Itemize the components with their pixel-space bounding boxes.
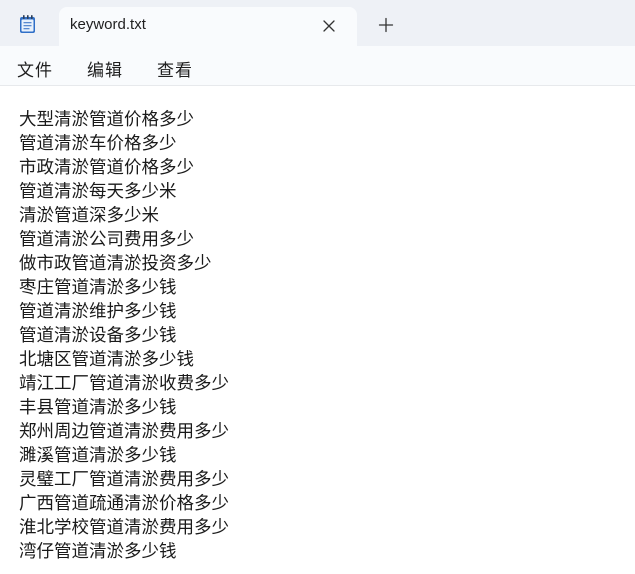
text-line: 濉溪管道清淤多少钱 (19, 446, 177, 466)
text-content[interactable]: 大型清淤管道价格多少 管道清淤车价格多少 市政清淤管道价格多少 管道清淤每天多少… (19, 108, 229, 564)
text-line: 管道清淤维护多少钱 (19, 302, 177, 322)
text-editor[interactable]: 大型清淤管道价格多少 管道清淤车价格多少 市政清淤管道价格多少 管道清淤每天多少… (0, 86, 635, 574)
menu-view[interactable]: 查看 (157, 56, 193, 81)
text-line: 做市政管道清淤投资多少 (19, 254, 212, 274)
plus-icon[interactable] (378, 17, 394, 33)
text-line: 灵璧工厂管道清淤费用多少 (19, 470, 229, 490)
text-line: 管道清淤车价格多少 (19, 134, 177, 154)
text-line: 北塘区管道清淤多少钱 (19, 350, 194, 370)
notepad-window: keyword.txt 文件 编辑 查看 大型清淤管道价格多少 管道清淤车价格多… (0, 0, 635, 574)
title-bar: keyword.txt (0, 0, 635, 46)
text-line: 管道清淤设备多少钱 (19, 326, 177, 346)
text-line: 靖江工厂管道清淤收费多少 (19, 374, 229, 394)
text-line: 湾仔管道清淤多少钱 (19, 542, 177, 562)
text-line: 枣庄管道清淤多少钱 (19, 278, 177, 298)
notepad-icon (18, 14, 38, 34)
text-line: 丰县管道清淤多少钱 (19, 398, 177, 418)
close-icon[interactable] (321, 18, 337, 34)
menu-edit[interactable]: 编辑 (87, 56, 123, 81)
text-line: 淮北学校管道清淤费用多少 (19, 518, 229, 538)
text-line: 广西管道疏通清淤价格多少 (19, 494, 229, 514)
tab-title: keyword.txt (70, 16, 146, 33)
text-line: 大型清淤管道价格多少 (19, 110, 194, 130)
tab-keyword-txt[interactable]: keyword.txt (59, 7, 357, 46)
text-line: 清淤管道深多少米 (19, 206, 159, 226)
text-line: 管道清淤每天多少米 (19, 182, 177, 202)
menu-bar: 文件 编辑 查看 (0, 46, 635, 86)
text-line: 郑州周边管道清淤费用多少 (19, 422, 229, 442)
text-line: 市政清淤管道价格多少 (19, 158, 194, 178)
text-line: 管道清淤公司费用多少 (19, 230, 194, 250)
menu-file[interactable]: 文件 (17, 56, 53, 81)
